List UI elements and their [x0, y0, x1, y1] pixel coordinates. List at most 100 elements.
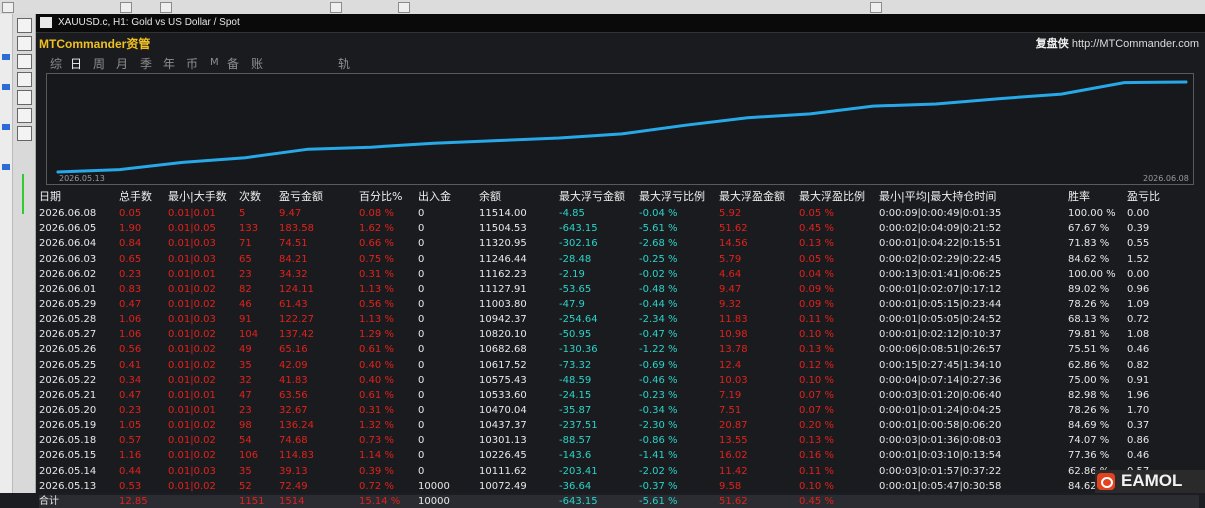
nav-marker-icon[interactable] [2, 84, 10, 90]
table-row[interactable]: 2026.05.15 1.16 0.01|0.02 106 114.83 1.14 % 0 1… [39, 448, 1199, 463]
balance-point-0 [56, 171, 58, 173]
table-row[interactable]: 2026.05.21 0.47 0.01|0.01 47 63.56 0.61 % 0 105… [39, 388, 1199, 403]
toolbar-button-icon[interactable] [870, 2, 882, 13]
table-cell: 0:00:01|0:01:24|0:04:25 [879, 405, 1002, 416]
tab-4[interactable]: 季 [140, 55, 152, 72]
table-cell: 49 [239, 344, 252, 356]
window-icon[interactable] [17, 126, 32, 141]
table-row[interactable]: 2026.05.19 1.05 0.01|0.02 98 136.24 1.32 % 0 10… [39, 418, 1199, 433]
table-cell: -130.36 [559, 344, 598, 356]
table-cell: 2026.06.05 [39, 223, 97, 235]
table-cell: 10072.49 [479, 480, 527, 492]
column-header-2[interactable]: 最小|大手数 [168, 188, 227, 203]
table-cell: -5.61 % [639, 223, 678, 235]
column-header-8[interactable]: 最大浮亏金额 [559, 188, 625, 203]
column-header-14[interactable]: 盈亏比 [1127, 188, 1160, 203]
table-cell: 0 [418, 389, 425, 401]
column-header-11[interactable]: 最大浮盈比例 [799, 188, 865, 203]
help-icon[interactable] [17, 90, 32, 105]
table-row[interactable]: 2026.06.03 0.65 0.01|0.03 65 84.21 0.75 % 0 112… [39, 252, 1199, 267]
column-header-5[interactable]: 百分比% [359, 188, 402, 203]
line-icon[interactable] [17, 72, 32, 87]
table-row[interactable]: 2026.05.18 0.57 0.01|0.02 54 74.68 0.73 % 0 103… [39, 433, 1199, 448]
brand-right-url[interactable]: http://MTCommander.com [1072, 38, 1199, 50]
toolbar-button-icon[interactable] [398, 2, 410, 13]
totals-cell: 15.14 % [359, 495, 401, 507]
table-row[interactable]: 2026.06.02 0.23 0.01|0.01 23 34.32 0.31 % 0 111… [39, 267, 1199, 282]
table-cell: 100.00 % [1068, 208, 1116, 219]
table-cell: 0.39 % [359, 465, 394, 477]
table-cell: 0 [418, 283, 425, 295]
column-header-6[interactable]: 出入金 [418, 188, 451, 203]
table-row[interactable]: 2026.05.20 0.23 0.01|0.01 23 32.67 0.31 % 0 104… [39, 403, 1199, 418]
brand-title: MTCommander资管 [39, 37, 151, 51]
table-cell: 5.92 [719, 208, 742, 219]
x-end-label: 2026.06.08 [1143, 174, 1189, 183]
tab-6[interactable]: 币 [186, 55, 198, 72]
table-row[interactable]: 2026.05.26 0.56 0.01|0.02 49 65.16 0.61 % 0 106… [39, 342, 1199, 357]
column-header-10[interactable]: 最大浮盈金额 [719, 188, 785, 203]
tab-7[interactable]: M [210, 57, 219, 68]
table-cell: 0.44 [119, 465, 142, 477]
table-cell: 2026.06.04 [39, 238, 97, 250]
chart-window-title: XAUUSD.c, H1: Gold vs US Dollar / Spot [58, 17, 240, 28]
table-row[interactable]: 2026.05.28 1.06 0.01|0.03 91 122.27 1.13 % 0 10… [39, 312, 1199, 327]
table-cell: 67.67 % [1068, 223, 1110, 235]
table-cell: 2026.05.20 [39, 405, 97, 416]
column-header-1[interactable]: 总手数 [119, 188, 152, 203]
column-header-7[interactable]: 余额 [479, 188, 501, 203]
crosshair-icon[interactable] [17, 36, 32, 51]
tab-3[interactable]: 月 [116, 55, 128, 72]
column-header-0[interactable]: 日期 [39, 188, 61, 203]
table-cell: 0.01|0.02 [168, 283, 216, 295]
table-cell: 0.05 % [799, 253, 834, 265]
table-cell: 62.86 % [1068, 359, 1110, 371]
column-header-4[interactable]: 盈亏金额 [279, 188, 323, 203]
table-row[interactable]: 2026.05.13 0.53 0.01|0.02 52 72.49 0.72 % 1000… [39, 479, 1199, 494]
nav-marker-icon[interactable] [2, 164, 10, 170]
table-cell: 0.40 % [359, 374, 394, 386]
chart-window-titlebar[interactable]: XAUUSD.c, H1: Gold vs US Dollar / Spot [36, 14, 1205, 33]
nav-marker-icon[interactable] [2, 54, 10, 60]
column-header-13[interactable]: 胜率 [1068, 188, 1090, 203]
table-row[interactable]: 2026.05.27 1.06 0.01|0.02 104 137.42 1.29 % 0 1… [39, 327, 1199, 342]
tab-0[interactable]: 综 [50, 55, 62, 72]
table-cell: -237.51 [559, 420, 598, 432]
tab-2[interactable]: 周 [93, 55, 105, 72]
table-cell: 0.66 % [359, 238, 394, 250]
toolbar-button-icon[interactable] [160, 2, 172, 13]
list-icon[interactable] [17, 108, 32, 123]
table-cell: 0.00 [1127, 268, 1150, 280]
grid-icon[interactable] [17, 18, 32, 33]
toolbar-button-icon[interactable] [120, 2, 132, 13]
table-row[interactable]: 2026.05.22 0.34 0.01|0.02 32 41.83 0.40 % 0 105… [39, 373, 1199, 388]
tab-1[interactable]: 日 [70, 55, 82, 72]
table-row[interactable]: 2026.05.29 0.47 0.01|0.02 46 61.43 0.56 % 0 110… [39, 297, 1199, 312]
table-row[interactable]: 2026.06.05 1.90 0.01|0.05 133 183.58 1.62 % 0 1… [39, 221, 1199, 236]
tab-8[interactable]: 备 [227, 55, 239, 72]
table-cell: -0.44 % [639, 298, 678, 310]
table-row[interactable]: 2026.05.14 0.44 0.01|0.03 35 39.13 0.39 % 0 101… [39, 464, 1199, 479]
table-cell: 79.81 % [1068, 329, 1110, 341]
table-cell: 0.16 % [799, 450, 834, 462]
table-row[interactable]: 2026.06.01 0.83 0.01|0.02 82 124.11 1.13 % 0 11… [39, 282, 1199, 297]
nav-marker-icon[interactable] [2, 124, 10, 130]
column-header-12[interactable]: 最小|平均|最大持仓时间 [879, 188, 996, 203]
zoom-icon[interactable] [17, 54, 32, 69]
balance-point-4 [307, 148, 309, 150]
table-row[interactable]: 2026.06.04 0.84 0.01|0.03 71 74.51 0.66 % 0 113… [39, 236, 1199, 251]
table-cell: 51.62 [719, 223, 748, 235]
table-cell: 0:00:02|0:04:09|0:21:52 [879, 223, 1002, 235]
table-cell: 5.79 [719, 253, 742, 265]
column-header-3[interactable]: 次数 [239, 188, 261, 203]
table-cell: 9.47 [719, 283, 742, 295]
column-header-9[interactable]: 最大浮亏比例 [639, 188, 705, 203]
table-row[interactable]: 2026.06.08 0.05 0.01|0.01 5 9.47 0.08 % 0 11514… [39, 206, 1199, 221]
toolbar-button-icon[interactable] [330, 2, 342, 13]
toolbar-button-icon[interactable] [2, 2, 14, 13]
tab-5[interactable]: 年 [163, 55, 175, 72]
table-cell: 0.01|0.02 [168, 329, 216, 341]
table-row[interactable]: 2026.05.25 0.41 0.01|0.02 35 42.09 0.40 % 0 106… [39, 358, 1199, 373]
table-cell: 0.75 % [359, 253, 394, 265]
table-cell: 0.31 % [359, 405, 394, 416]
